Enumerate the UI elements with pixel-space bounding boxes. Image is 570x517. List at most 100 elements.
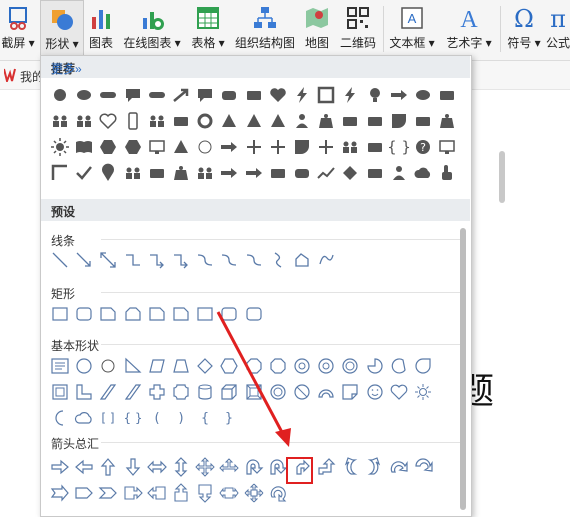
- shape-snip2-o-icon[interactable]: [122, 303, 144, 325]
- shape-rect-icon[interactable]: [146, 162, 168, 184]
- shape-heart-s-o-icon[interactable]: [388, 381, 410, 403]
- shape-a-cal4-icon[interactable]: [243, 482, 265, 504]
- shape-oval-icon[interactable]: [73, 84, 95, 106]
- shape-bolt-icon[interactable]: [339, 84, 361, 106]
- shape-diag-o-icon[interactable]: [97, 381, 119, 403]
- shape-diag-o-icon[interactable]: [122, 381, 144, 403]
- shape-rect-icon[interactable]: [339, 110, 361, 132]
- textbox-button[interactable]: A 文本框 ▾: [386, 0, 438, 60]
- shape-sun-o-icon[interactable]: [412, 381, 434, 403]
- shape-curve-icon[interactable]: [194, 249, 216, 271]
- shape-bulb-icon[interactable]: [364, 84, 386, 106]
- shape-rrect-icon[interactable]: [218, 84, 240, 106]
- shape-a-cal-r-icon[interactable]: [122, 482, 144, 504]
- shape-monitor-icon[interactable]: [436, 136, 458, 158]
- shape-people-icon[interactable]: [339, 136, 361, 158]
- shape-rect-icon[interactable]: [267, 162, 289, 184]
- shape-heart-icon[interactable]: [267, 84, 289, 106]
- shape-oval-icon[interactable]: [412, 84, 434, 106]
- shape-cloud-o-icon[interactable]: [73, 407, 95, 429]
- shape-r-o-icon[interactable]: [49, 303, 71, 325]
- shape-trap-o-icon[interactable]: [170, 355, 192, 377]
- shape-lbrk-o-icon[interactable]: (: [146, 407, 168, 429]
- shape-a-l-icon[interactable]: [73, 456, 95, 478]
- shape-bevel-o-icon[interactable]: [243, 381, 265, 403]
- shape-a-r-icon[interactable]: [49, 456, 71, 478]
- shape-num-o-icon[interactable]: [315, 355, 337, 377]
- shape-book-icon[interactable]: [73, 136, 95, 158]
- shape-line-a-a-icon[interactable]: [97, 249, 119, 271]
- shape-check-icon[interactable]: [73, 162, 95, 184]
- shape-a-curv-d-icon[interactable]: [412, 456, 434, 478]
- symbol-button[interactable]: Ω 符号 ▾: [503, 0, 545, 60]
- shape-chord-o-icon[interactable]: [388, 355, 410, 377]
- shape-tri-icon[interactable]: [267, 110, 289, 132]
- shape-no-o-icon[interactable]: [291, 381, 313, 403]
- shape-sun-icon[interactable]: [49, 136, 71, 158]
- shape-rbrc-o-icon[interactable]: }: [218, 407, 240, 429]
- chart-button[interactable]: 图表: [86, 0, 116, 60]
- shape-rect-icon[interactable]: [170, 110, 192, 132]
- shape-rect-icon[interactable]: [436, 84, 458, 106]
- shapes-button[interactable]: 形状 ▾: [40, 0, 84, 60]
- shape-rrect-icon[interactable]: [291, 162, 313, 184]
- shape-curve-icon[interactable]: [218, 249, 240, 271]
- shape-rect-icon[interactable]: [412, 110, 434, 132]
- shape-smile-o-icon[interactable]: [364, 381, 386, 403]
- shape-rect-icon[interactable]: [243, 84, 265, 106]
- shape-bolt-icon[interactable]: [291, 84, 313, 106]
- shape-pill-icon[interactable]: [97, 84, 119, 106]
- shape-freeform-icon[interactable]: [291, 249, 313, 271]
- shape-oval-o-icon[interactable]: [73, 355, 95, 377]
- shape-donut-o-icon[interactable]: [339, 355, 361, 377]
- shape-plus-icon[interactable]: [315, 136, 337, 158]
- shape-pin-icon[interactable]: [97, 162, 119, 184]
- shape-a-u-icon[interactable]: [97, 456, 119, 478]
- shape-a-u-d-icon[interactable]: [170, 456, 192, 478]
- shape-rr-o-icon[interactable]: [73, 303, 95, 325]
- shape-people-icon[interactable]: [73, 110, 95, 132]
- shape-a-cal-u-icon[interactable]: [170, 482, 192, 504]
- shape-brackets-o-icon[interactable]: [ ]: [97, 407, 119, 429]
- shape-cube-o-icon[interactable]: [218, 381, 240, 403]
- shape-line-d-icon[interactable]: [49, 249, 71, 271]
- shape-people-icon[interactable]: [194, 162, 216, 184]
- wordart-button[interactable]: A 艺术字 ▾: [440, 0, 498, 60]
- more-link[interactable]: 更多»: [51, 60, 462, 77]
- shape-snip-o-icon[interactable]: [146, 303, 168, 325]
- shape-a-chev-icon[interactable]: [97, 482, 119, 504]
- shape-a-curv-u-icon[interactable]: [388, 456, 410, 478]
- shape-a-str-r-icon[interactable]: [49, 482, 71, 504]
- shape-monitor-icon[interactable]: [146, 136, 168, 158]
- org-chart-button[interactable]: 组织结构图: [230, 0, 300, 60]
- shape-arrow-r-icon[interactable]: [243, 162, 265, 184]
- shape-moon-o-icon[interactable]: [49, 407, 71, 429]
- shape-a3-icon[interactable]: [218, 456, 240, 478]
- shape-bag-icon[interactable]: [436, 110, 458, 132]
- shape-tri-icon[interactable]: [170, 136, 192, 158]
- shape-arrow-r-icon[interactable]: [218, 136, 240, 158]
- shape-a-cal-d-icon[interactable]: [194, 482, 216, 504]
- shape-oct-o-icon[interactable]: [267, 355, 289, 377]
- shape-plus-icon[interactable]: [243, 136, 265, 158]
- shape-a-pent-icon[interactable]: [73, 482, 95, 504]
- recommended-scrollbar[interactable]: [499, 151, 505, 203]
- shape-scribble-icon[interactable]: [315, 249, 337, 271]
- shape-curve-icon[interactable]: [243, 249, 265, 271]
- shape-a-bent-up-icon[interactable]: [315, 456, 337, 478]
- shape-braces-o-icon[interactable]: { }: [122, 407, 144, 429]
- shape-can-o-icon[interactable]: [194, 381, 216, 403]
- shape-tri-icon[interactable]: [243, 110, 265, 132]
- shape-heart-o-icon[interactable]: [97, 110, 119, 132]
- shape-pill-icon[interactable]: [146, 84, 168, 106]
- map-button[interactable]: 地图: [302, 0, 332, 60]
- shape-people-icon[interactable]: [146, 110, 168, 132]
- shape-a-d-icon[interactable]: [122, 456, 144, 478]
- shape-corner-icon[interactable]: [49, 162, 71, 184]
- shape-a-circ-u-icon[interactable]: [267, 482, 289, 504]
- shape-arrow-r-icon[interactable]: [388, 84, 410, 106]
- shape-rect-icon[interactable]: [364, 110, 386, 132]
- shape-scurve-icon[interactable]: [267, 249, 289, 271]
- shape-rect-icon[interactable]: [364, 162, 386, 184]
- shape-circle-icon[interactable]: [49, 84, 71, 106]
